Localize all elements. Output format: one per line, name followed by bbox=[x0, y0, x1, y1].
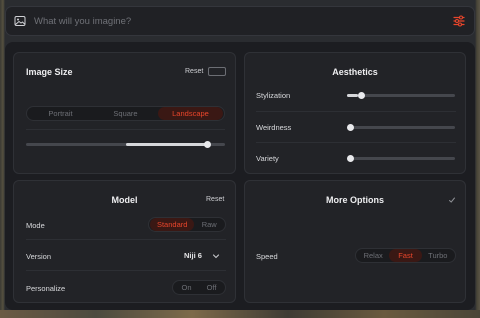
orientation-landscape[interactable]: Landscape bbox=[158, 107, 223, 120]
chevron-down-icon[interactable] bbox=[212, 252, 220, 260]
orientation-selector: Portrait Square Landscape bbox=[26, 106, 225, 121]
background-image-strip bbox=[0, 310, 480, 318]
personalize-label: Personalize bbox=[26, 284, 66, 293]
speed-turbo[interactable]: Turbo bbox=[422, 249, 454, 262]
mode-label: Mode bbox=[26, 221, 45, 230]
model-reset-button[interactable]: Reset bbox=[206, 196, 224, 203]
mode-standard[interactable]: Standard bbox=[150, 218, 195, 231]
personalize-toggle: On Off bbox=[172, 280, 226, 295]
divider bbox=[26, 270, 226, 271]
speed-fast[interactable]: Fast bbox=[389, 249, 422, 262]
aspect-ratio-slider[interactable] bbox=[26, 141, 225, 148]
speed-selector: Relax Fast Turbo bbox=[355, 248, 456, 263]
model-card: Model Reset Mode Standard Raw Version Ni… bbox=[13, 180, 236, 303]
orientation-portrait[interactable]: Portrait bbox=[28, 107, 93, 120]
model-title: Model bbox=[111, 195, 138, 205]
more-options-card: More Options Speed Relax Fast Turbo bbox=[244, 180, 466, 303]
variety-label: Variety bbox=[256, 154, 279, 163]
speed-relax[interactable]: Relax bbox=[357, 249, 389, 262]
chevron-icon[interactable] bbox=[448, 196, 456, 204]
aspect-ratio-preview bbox=[208, 67, 226, 76]
personalize-off[interactable]: Off bbox=[199, 281, 224, 294]
orientation-square[interactable]: Square bbox=[93, 107, 158, 120]
personalize-on[interactable]: On bbox=[174, 281, 199, 294]
mode-selector: Standard Raw bbox=[148, 217, 226, 232]
stylization-slider-fill bbox=[347, 94, 358, 97]
aesthetics-card: Aesthetics Stylization Weirdness Variety bbox=[244, 52, 466, 174]
settings-panel: Image Size Reset Portrait Square Landsca… bbox=[5, 42, 475, 310]
image-size-reset-button[interactable]: Reset bbox=[185, 68, 203, 75]
weirdness-label: Weirdness bbox=[256, 123, 292, 132]
stylization-slider[interactable] bbox=[347, 92, 455, 99]
speed-label: Speed bbox=[256, 252, 278, 261]
stylization-label: Stylization bbox=[256, 91, 291, 100]
divider bbox=[256, 111, 456, 112]
aspect-ratio-slider-fill bbox=[125, 143, 208, 146]
divider bbox=[256, 142, 456, 143]
stylization-slider-thumb[interactable] bbox=[357, 92, 365, 99]
prompt-input[interactable] bbox=[34, 15, 452, 27]
version-label: Version bbox=[26, 252, 52, 261]
version-value[interactable]: Niji 6 bbox=[184, 251, 202, 260]
divider bbox=[26, 129, 225, 130]
weirdness-slider[interactable] bbox=[347, 124, 455, 131]
image-upload-icon[interactable] bbox=[14, 15, 26, 27]
prompt-bar bbox=[5, 6, 475, 36]
weirdness-slider-thumb[interactable] bbox=[347, 124, 354, 131]
divider bbox=[26, 239, 226, 240]
aesthetics-title: Aesthetics bbox=[332, 67, 378, 77]
variety-slider[interactable] bbox=[347, 155, 455, 162]
more-options-title[interactable]: More Options bbox=[245, 195, 465, 205]
variety-slider-thumb[interactable] bbox=[347, 155, 354, 162]
mode-raw[interactable]: Raw bbox=[194, 218, 224, 231]
image-size-title: Image Size bbox=[26, 67, 73, 77]
aspect-ratio-slider-thumb[interactable] bbox=[203, 141, 211, 148]
image-size-card: Image Size Reset Portrait Square Landsca… bbox=[13, 52, 236, 174]
settings-sliders-icon[interactable] bbox=[452, 14, 466, 28]
